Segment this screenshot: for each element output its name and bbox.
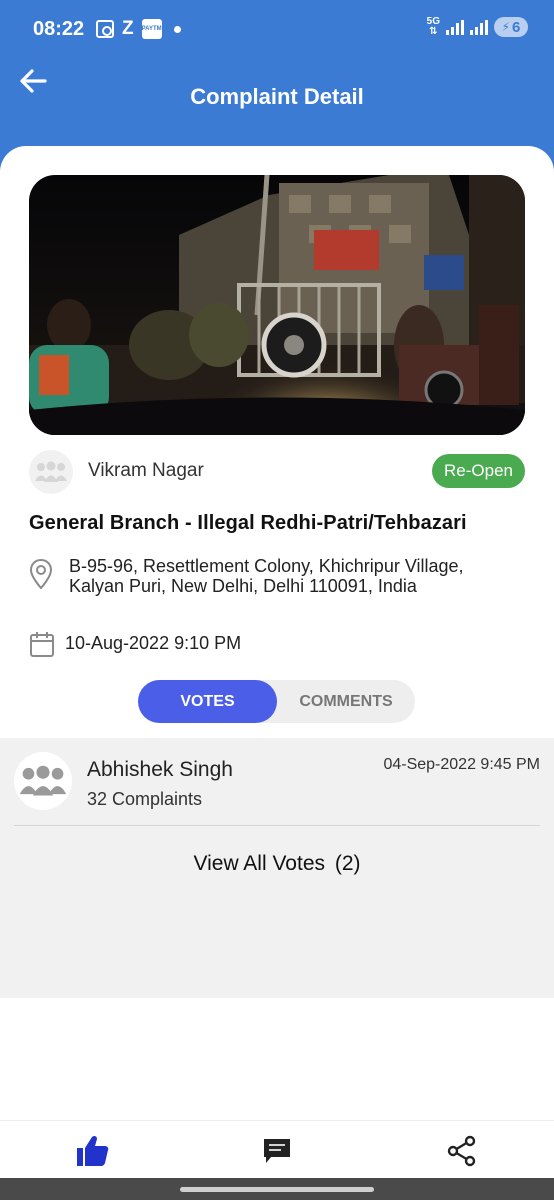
vote-button[interactable] [72, 1131, 112, 1171]
z-app-icon: Z [122, 18, 134, 39]
network-5g-icon: 5G ⇅ [426, 16, 440, 37]
tab-comments[interactable]: COMMENTS [277, 680, 415, 723]
complaint-address: B-95-96, Resettlement Colony, Khichripur… [69, 556, 464, 596]
battery-icon: ⚡ 6 [494, 17, 528, 37]
bottom-action-bar [0, 1120, 554, 1178]
more-notifications-icon [173, 25, 181, 33]
group-avatar-icon [35, 461, 67, 482]
signal-icon [446, 19, 464, 35]
share-button[interactable] [442, 1131, 482, 1171]
tab-votes[interactable]: VOTES [138, 680, 277, 723]
comment-button[interactable] [257, 1131, 297, 1171]
group-avatar-icon [19, 765, 67, 796]
list-item[interactable]: Abhishek Singh 32 Complaints 04-Sep-2022… [14, 752, 540, 826]
reporter-name: Vikram Nagar [88, 460, 204, 481]
voter-complaint-count: 32 Complaints [87, 789, 203, 809]
status-system-icons: 5G ⇅ ⚡ 6 [427, 17, 528, 37]
reporter-row: Vikram Nagar Re-Open [29, 448, 525, 494]
screenshot-icon [96, 20, 114, 38]
signal-icon-2 [470, 19, 488, 35]
night-street-photo [29, 175, 525, 435]
votes-comments-tabs: VOTES COMMENTS [138, 680, 415, 723]
share-icon [447, 1135, 476, 1167]
status-time: 08:22 [33, 18, 85, 40]
complaint-detail-card: Vikram Nagar Re-Open General Branch - Il… [0, 146, 554, 1200]
view-all-votes-button[interactable]: View All Votes (2) [0, 852, 554, 876]
paytm-icon: PAYTM [141, 19, 162, 39]
status-badge: Re-Open [432, 454, 525, 488]
status-bar: 08:22 Z PAYTM 5G ⇅ ⚡ 6 [0, 0, 554, 60]
votes-panel: Abhishek Singh 32 Complaints 04-Sep-2022… [0, 738, 554, 998]
vote-date: 04-Sep-2022 9:45 PM [383, 756, 540, 773]
page-title: Complaint Detail [190, 84, 364, 109]
comment-icon [264, 1139, 290, 1163]
app-bar: Complaint Detail [0, 60, 554, 150]
home-gesture-handle[interactable] [180, 1187, 374, 1192]
voter-name: Abhishek Singh [87, 758, 233, 781]
location-pin-icon [29, 558, 53, 590]
thumbs-up-icon [77, 1135, 109, 1166]
complaint-photo[interactable] [29, 175, 525, 435]
avatar [29, 450, 73, 494]
calendar-icon [30, 632, 54, 657]
view-all-votes-count: (2) [334, 852, 361, 875]
avatar [14, 752, 72, 810]
view-all-votes-label: View All Votes [193, 852, 325, 875]
status-notification-icons: Z PAYTM [96, 18, 181, 40]
complaint-title: General Branch - Illegal Redhi-Patri/Teh… [29, 512, 467, 534]
complaint-datetime: 10-Aug-2022 9:10 PM [65, 633, 242, 653]
gesture-bar [0, 1178, 554, 1200]
